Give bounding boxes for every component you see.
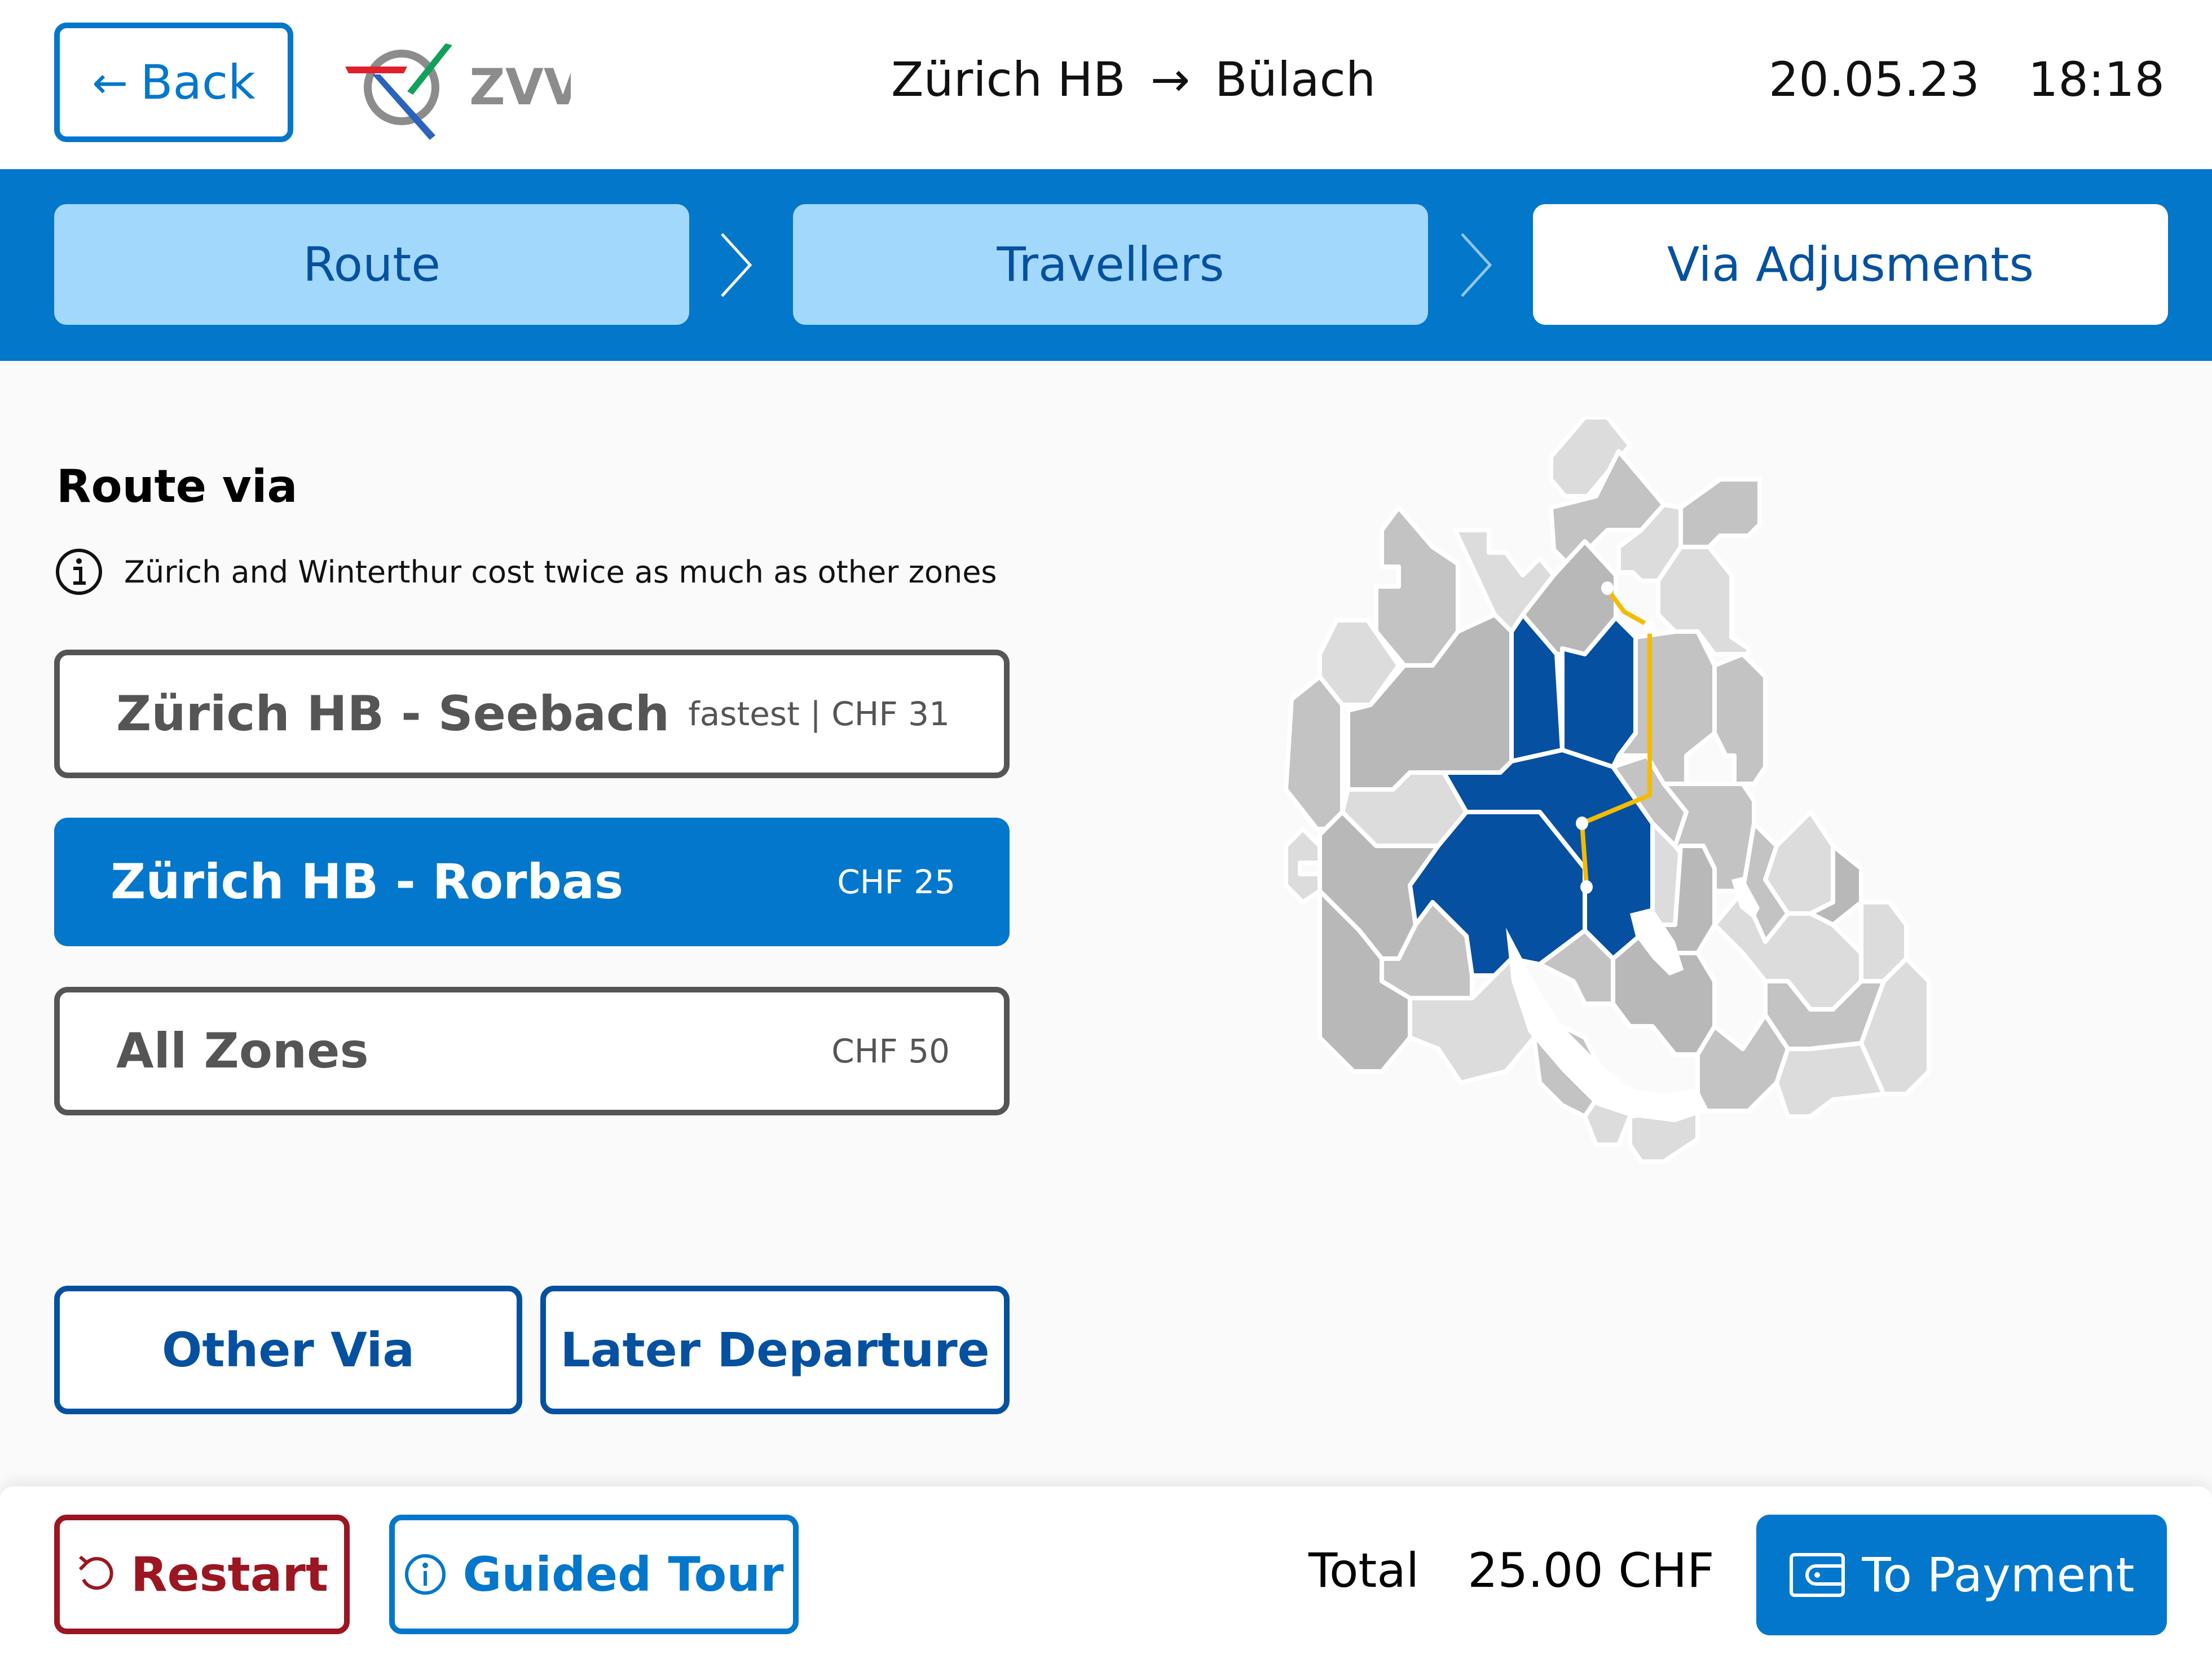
logo-ring	[364, 50, 439, 125]
datetime: 20.05.23 18:18	[1769, 52, 2165, 107]
route-stop[interactable]	[1576, 817, 1588, 830]
route-stop[interactable]	[1643, 620, 1656, 634]
step-travellers[interactable]: Travellers	[793, 204, 1428, 325]
info-icon	[56, 549, 102, 595]
step-route-label: Route	[303, 237, 440, 292]
to-payment-label: To Payment	[1862, 1547, 2135, 1603]
logo-text: ZVV	[469, 58, 571, 116]
step-via-label: Via Adjusments	[1667, 237, 2034, 292]
info-note: Zürich and Winterthur cost twice as much…	[54, 547, 997, 597]
step-route[interactable]: Route	[54, 204, 689, 325]
back-label: Back	[140, 55, 255, 110]
logo-red-bar	[345, 67, 407, 73]
route-option-rorbas[interactable]: Zürich HB - Rorbas CHF 25	[54, 818, 1010, 946]
total-price: Total 25.00 CHF	[1308, 1543, 1715, 1598]
back-button[interactable]: ← Back	[54, 23, 293, 142]
map-zone[interactable]	[1712, 652, 1768, 786]
map-zone[interactable]	[1284, 827, 1322, 904]
other-via-button[interactable]: Other Via	[54, 1286, 522, 1414]
total-label: Total	[1308, 1543, 1420, 1598]
wallet-icon	[1789, 1553, 1845, 1597]
to-payment-button[interactable]: To Payment	[1756, 1515, 2167, 1635]
map-zone[interactable]	[1374, 505, 1460, 668]
progress-steps: Route Travellers Via Adjusments	[0, 169, 2212, 361]
chevron-right-icon	[721, 233, 752, 297]
map-zone[interactable]	[1695, 1013, 1790, 1113]
route-stop[interactable]	[1580, 880, 1593, 894]
info-icon	[405, 1554, 446, 1595]
logo-green-bar	[407, 43, 452, 95]
option-name: Zürich HB - Rorbas	[111, 854, 624, 910]
later-departure-button[interactable]: Later Departure	[540, 1286, 1010, 1414]
option-price: fastest | CHF 31	[688, 695, 950, 733]
restart-icon	[78, 1555, 113, 1590]
info-text: Zürich and Winterthur cost twice as much…	[124, 554, 997, 590]
map-zone[interactable]	[1774, 1041, 1886, 1119]
route-option-all-zones[interactable]: All Zones CHF 50	[54, 987, 1010, 1115]
route-title: Zürich HB → Bülach	[891, 52, 1376, 107]
chevron-right-icon	[1461, 233, 1492, 297]
route-from: Zürich HB	[891, 52, 1126, 107]
section-title: Route via	[56, 460, 298, 513]
map-zone[interactable]	[1284, 674, 1345, 831]
route-to: Bülach	[1214, 52, 1376, 107]
bottom-bar: Restart Guided Tour Total 25.00 CHF To P…	[0, 1486, 2212, 1659]
route-option-seebach[interactable]: Zürich HB - Seebach fastest | CHF 31	[54, 650, 1010, 778]
time: 18:18	[2028, 52, 2165, 107]
option-name: All Zones	[116, 1023, 369, 1079]
date: 20.05.23	[1768, 52, 1980, 107]
restart-label: Restart	[130, 1547, 329, 1602]
top-bar: ← Back ZVV Zürich HB → Bülach 20.05.23 1…	[0, 0, 2212, 169]
map-zone[interactable]	[1678, 477, 1762, 549]
step-via-adjustments[interactable]: Via Adjusments	[1533, 204, 2168, 325]
guided-tour-label: Guided Tour	[462, 1547, 784, 1602]
route-stop[interactable]	[1601, 581, 1614, 595]
option-price: CHF 50	[831, 1032, 950, 1070]
option-price: CHF 25	[837, 863, 955, 901]
total-value: 25.00 CHF	[1468, 1543, 1715, 1598]
main-content: Route via Zürich and Winterthur cost twi…	[0, 361, 2212, 1486]
arrow-left-icon: ←	[92, 57, 128, 108]
arrow-right-icon: →	[1150, 52, 1190, 107]
zvv-logo: ZVV	[345, 43, 571, 140]
restart-button[interactable]: Restart	[54, 1515, 350, 1634]
step-travellers-label: Travellers	[997, 237, 1224, 292]
guided-tour-button[interactable]: Guided Tour	[389, 1515, 799, 1634]
option-name: Zürich HB - Seebach	[116, 686, 670, 742]
zone-map[interactable]	[1269, 417, 2059, 1320]
